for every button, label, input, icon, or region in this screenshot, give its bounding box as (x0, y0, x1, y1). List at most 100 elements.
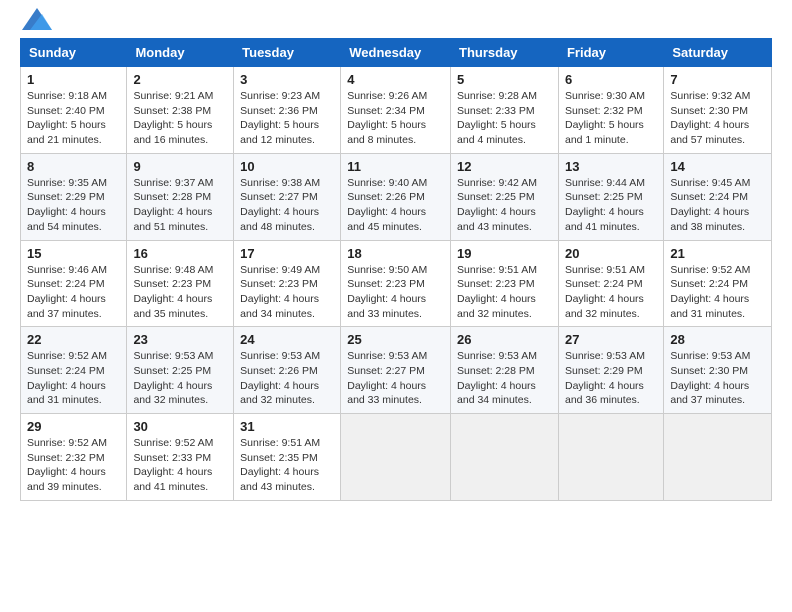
sunrise-label: Sunrise: 9:51 AM (457, 264, 537, 276)
day-info: Sunrise: 9:52 AM Sunset: 2:33 PM Dayligh… (133, 436, 227, 495)
day-number: 26 (457, 332, 552, 347)
calendar-header-row: SundayMondayTuesdayWednesdayThursdayFrid… (21, 39, 772, 67)
sunset-label: Sunset: 2:32 PM (565, 105, 643, 117)
day-number: 13 (565, 159, 657, 174)
sunset-label: Sunset: 2:36 PM (240, 105, 318, 117)
day-info: Sunrise: 9:45 AM Sunset: 2:24 PM Dayligh… (670, 176, 765, 235)
day-info: Sunrise: 9:52 AM Sunset: 2:24 PM Dayligh… (27, 349, 120, 408)
sunrise-label: Sunrise: 9:44 AM (565, 177, 645, 189)
calendar-cell: 30 Sunrise: 9:52 AM Sunset: 2:33 PM Dayl… (127, 414, 234, 501)
daylight-label: Daylight: 5 hours and 4 minutes. (457, 119, 536, 146)
day-number: 30 (133, 419, 227, 434)
calendar-cell: 26 Sunrise: 9:53 AM Sunset: 2:28 PM Dayl… (451, 327, 559, 414)
calendar-cell: 19 Sunrise: 9:51 AM Sunset: 2:23 PM Dayl… (451, 240, 559, 327)
daylight-label: Daylight: 5 hours and 12 minutes. (240, 119, 319, 146)
sunrise-label: Sunrise: 9:50 AM (347, 264, 427, 276)
daylight-label: Daylight: 4 hours and 38 minutes. (670, 206, 749, 233)
sunrise-label: Sunrise: 9:52 AM (133, 437, 213, 449)
daylight-label: Daylight: 4 hours and 32 minutes. (133, 380, 212, 407)
daylight-label: Daylight: 4 hours and 54 minutes. (27, 206, 106, 233)
sunset-label: Sunset: 2:23 PM (133, 278, 211, 290)
sunset-label: Sunset: 2:28 PM (457, 365, 535, 377)
day-number: 20 (565, 246, 657, 261)
day-number: 8 (27, 159, 120, 174)
sunrise-label: Sunrise: 9:53 AM (670, 350, 750, 362)
sunrise-label: Sunrise: 9:51 AM (240, 437, 320, 449)
sunset-label: Sunset: 2:25 PM (565, 191, 643, 203)
sunrise-label: Sunrise: 9:23 AM (240, 90, 320, 102)
sunrise-label: Sunrise: 9:26 AM (347, 90, 427, 102)
day-info: Sunrise: 9:53 AM Sunset: 2:26 PM Dayligh… (240, 349, 334, 408)
sunset-label: Sunset: 2:33 PM (133, 452, 211, 464)
day-info: Sunrise: 9:53 AM Sunset: 2:25 PM Dayligh… (133, 349, 227, 408)
day-info: Sunrise: 9:32 AM Sunset: 2:30 PM Dayligh… (670, 89, 765, 148)
day-number: 1 (27, 72, 120, 87)
day-number: 4 (347, 72, 444, 87)
calendar-cell (451, 414, 559, 501)
sunset-label: Sunset: 2:29 PM (27, 191, 105, 203)
daylight-label: Daylight: 4 hours and 57 minutes. (670, 119, 749, 146)
calendar: SundayMondayTuesdayWednesdayThursdayFrid… (20, 38, 772, 501)
day-info: Sunrise: 9:30 AM Sunset: 2:32 PM Dayligh… (565, 89, 657, 148)
sunset-label: Sunset: 2:34 PM (347, 105, 425, 117)
sunset-label: Sunset: 2:25 PM (133, 365, 211, 377)
day-info: Sunrise: 9:42 AM Sunset: 2:25 PM Dayligh… (457, 176, 552, 235)
sunset-label: Sunset: 2:24 PM (27, 278, 105, 290)
day-info: Sunrise: 9:48 AM Sunset: 2:23 PM Dayligh… (133, 263, 227, 322)
calendar-cell: 28 Sunrise: 9:53 AM Sunset: 2:30 PM Dayl… (664, 327, 772, 414)
daylight-label: Daylight: 4 hours and 41 minutes. (565, 206, 644, 233)
calendar-week-2: 8 Sunrise: 9:35 AM Sunset: 2:29 PM Dayli… (21, 153, 772, 240)
day-number: 24 (240, 332, 334, 347)
sunset-label: Sunset: 2:24 PM (670, 278, 748, 290)
calendar-week-5: 29 Sunrise: 9:52 AM Sunset: 2:32 PM Dayl… (21, 414, 772, 501)
calendar-cell: 22 Sunrise: 9:52 AM Sunset: 2:24 PM Dayl… (21, 327, 127, 414)
calendar-cell (558, 414, 663, 501)
calendar-week-3: 15 Sunrise: 9:46 AM Sunset: 2:24 PM Dayl… (21, 240, 772, 327)
day-info: Sunrise: 9:53 AM Sunset: 2:27 PM Dayligh… (347, 349, 444, 408)
day-number: 23 (133, 332, 227, 347)
day-info: Sunrise: 9:28 AM Sunset: 2:33 PM Dayligh… (457, 89, 552, 148)
day-number: 6 (565, 72, 657, 87)
daylight-label: Daylight: 4 hours and 43 minutes. (457, 206, 536, 233)
calendar-cell: 9 Sunrise: 9:37 AM Sunset: 2:28 PM Dayli… (127, 153, 234, 240)
sunrise-label: Sunrise: 9:38 AM (240, 177, 320, 189)
daylight-label: Daylight: 4 hours and 39 minutes. (27, 466, 106, 493)
daylight-label: Daylight: 5 hours and 16 minutes. (133, 119, 212, 146)
daylight-label: Daylight: 5 hours and 1 minute. (565, 119, 644, 146)
day-info: Sunrise: 9:35 AM Sunset: 2:29 PM Dayligh… (27, 176, 120, 235)
day-info: Sunrise: 9:44 AM Sunset: 2:25 PM Dayligh… (565, 176, 657, 235)
daylight-label: Daylight: 4 hours and 34 minutes. (240, 293, 319, 320)
col-header-thursday: Thursday (451, 39, 559, 67)
sunset-label: Sunset: 2:26 PM (240, 365, 318, 377)
calendar-cell: 20 Sunrise: 9:51 AM Sunset: 2:24 PM Dayl… (558, 240, 663, 327)
calendar-cell (341, 414, 451, 501)
sunrise-label: Sunrise: 9:52 AM (27, 350, 107, 362)
sunrise-label: Sunrise: 9:28 AM (457, 90, 537, 102)
col-header-friday: Friday (558, 39, 663, 67)
sunset-label: Sunset: 2:24 PM (670, 191, 748, 203)
sunset-label: Sunset: 2:23 PM (347, 278, 425, 290)
calendar-cell: 31 Sunrise: 9:51 AM Sunset: 2:35 PM Dayl… (234, 414, 341, 501)
daylight-label: Daylight: 4 hours and 37 minutes. (27, 293, 106, 320)
calendar-cell: 7 Sunrise: 9:32 AM Sunset: 2:30 PM Dayli… (664, 67, 772, 154)
day-info: Sunrise: 9:53 AM Sunset: 2:29 PM Dayligh… (565, 349, 657, 408)
day-number: 2 (133, 72, 227, 87)
day-number: 16 (133, 246, 227, 261)
day-number: 22 (27, 332, 120, 347)
day-info: Sunrise: 9:52 AM Sunset: 2:32 PM Dayligh… (27, 436, 120, 495)
day-info: Sunrise: 9:51 AM Sunset: 2:23 PM Dayligh… (457, 263, 552, 322)
day-number: 10 (240, 159, 334, 174)
sunrise-label: Sunrise: 9:37 AM (133, 177, 213, 189)
sunset-label: Sunset: 2:27 PM (347, 365, 425, 377)
daylight-label: Daylight: 4 hours and 37 minutes. (670, 380, 749, 407)
sunrise-label: Sunrise: 9:53 AM (240, 350, 320, 362)
daylight-label: Daylight: 4 hours and 36 minutes. (565, 380, 644, 407)
day-number: 7 (670, 72, 765, 87)
sunrise-label: Sunrise: 9:51 AM (565, 264, 645, 276)
col-header-tuesday: Tuesday (234, 39, 341, 67)
day-number: 9 (133, 159, 227, 174)
sunrise-label: Sunrise: 9:45 AM (670, 177, 750, 189)
day-number: 14 (670, 159, 765, 174)
daylight-label: Daylight: 4 hours and 32 minutes. (240, 380, 319, 407)
sunset-label: Sunset: 2:28 PM (133, 191, 211, 203)
